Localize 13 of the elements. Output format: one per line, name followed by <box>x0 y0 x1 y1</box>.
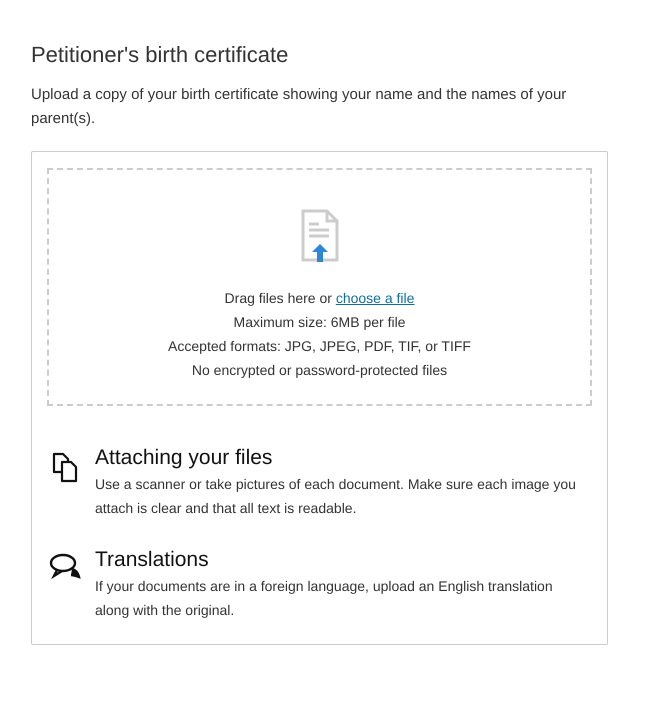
upload-requirement: Maximum size: 6MB per file <box>234 313 406 332</box>
drop-zone[interactable]: Drag files here or choose a file Maximum size: 6MB per file Accepted formats: JPG, JPEG, PDF, TIF, or TIFF No encrypted or password-protected files <box>47 168 592 406</box>
drop-prompt: Drag files here or choose a file <box>224 289 414 308</box>
tip-title: Attaching your files <box>95 445 274 471</box>
tip-text: Use a scanner or take pictures of each document. Make sure each image you attach is clear and that all text is readable. <box>95 475 577 518</box>
upload-requirement: Accepted formats: JPG, JPEG, PDF, TIF, or TIFF <box>168 337 471 356</box>
section-description: Upload a copy of your birth certificate showing your name and the names of your parent(s). <box>31 85 568 129</box>
tip-title: Translations <box>95 547 210 573</box>
tip-text: If your documents are in a foreign language, upload an English translation along with the original. <box>95 577 554 620</box>
speech-bubbles-icon <box>48 552 82 580</box>
upload-requirement: No encrypted or password-protected files <box>192 361 448 380</box>
choose-file-link[interactable]: choose a file <box>336 290 414 306</box>
section-title: Petitioner's birth certificate <box>31 41 290 69</box>
